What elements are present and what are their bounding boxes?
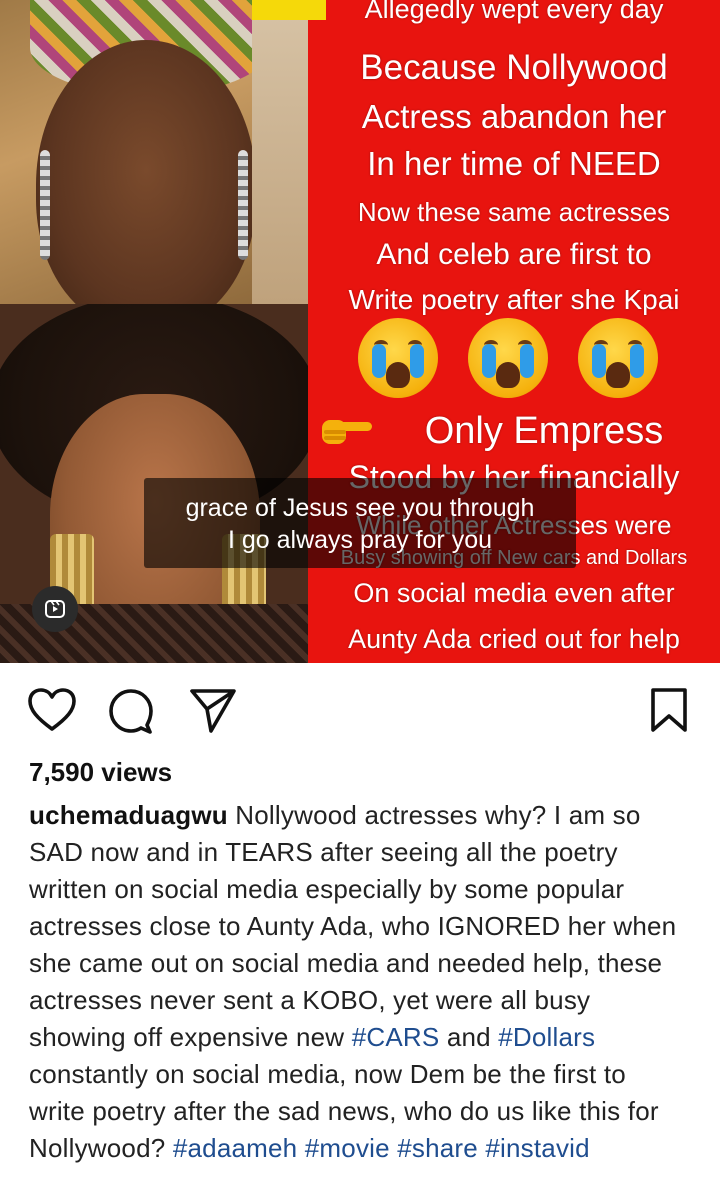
hashtag-link[interactable]: #Dollars	[498, 1022, 595, 1052]
loudly-crying-face-icon	[578, 318, 658, 398]
overlay-line: In her time of NEED	[367, 145, 661, 182]
caption-text: Nollywood actresses why? I am so SAD now…	[29, 800, 677, 1052]
overlay-line: Only Empress	[424, 410, 664, 452]
view-count: 7,590 views	[29, 757, 173, 787]
overlay-line: Now these same actresses	[357, 197, 671, 227]
overlay-line: On social media even after	[353, 578, 675, 608]
overlay-line: And celeb are first to	[376, 238, 652, 271]
loudly-crying-face-icon	[358, 318, 438, 398]
bookmark-icon[interactable]	[650, 687, 688, 733]
overlay-line: Write poetry after she Kpai	[348, 284, 680, 315]
loudly-crying-face-icon	[468, 318, 548, 398]
send-icon[interactable]	[189, 687, 237, 733]
comment-icon[interactable]	[107, 687, 155, 735]
hashtag-link[interactable]: #instavid	[485, 1133, 589, 1163]
photo-crying-woman	[0, 0, 308, 304]
heart-icon[interactable]	[27, 687, 77, 733]
action-bar	[0, 663, 720, 753]
caption-text: and	[439, 1022, 499, 1052]
hashtag-link[interactable]: #movie	[305, 1133, 390, 1163]
hashtag-link[interactable]: #CARS	[352, 1022, 440, 1052]
overlay-line: Allegedly wept every day	[364, 0, 664, 24]
reels-button[interactable]	[32, 586, 78, 632]
overlay-line: Because Nollywood	[360, 48, 668, 87]
subtitle-line: grace of Jesus see you through	[185, 494, 535, 522]
reels-icon	[45, 600, 65, 618]
hashtag-link[interactable]: #share	[397, 1133, 478, 1163]
crying-emojis	[358, 318, 658, 398]
overlay-line: Aunty Ada cried out for help	[348, 624, 680, 654]
subtitle-line: I go always pray for you	[227, 526, 492, 554]
overlay-line: Actress abandon her	[361, 98, 667, 135]
hashtag-link[interactable]: #adaameh	[173, 1133, 297, 1163]
username-link[interactable]: uchemaduagwu	[29, 800, 228, 830]
post-media[interactable]: Allegedly wept every day Because Nollywo…	[0, 0, 720, 663]
post-caption: uchemaduagwu Nollywood actresses why? I …	[29, 797, 689, 1167]
video-subtitle: grace of Jesus see you through I go alwa…	[144, 478, 576, 568]
